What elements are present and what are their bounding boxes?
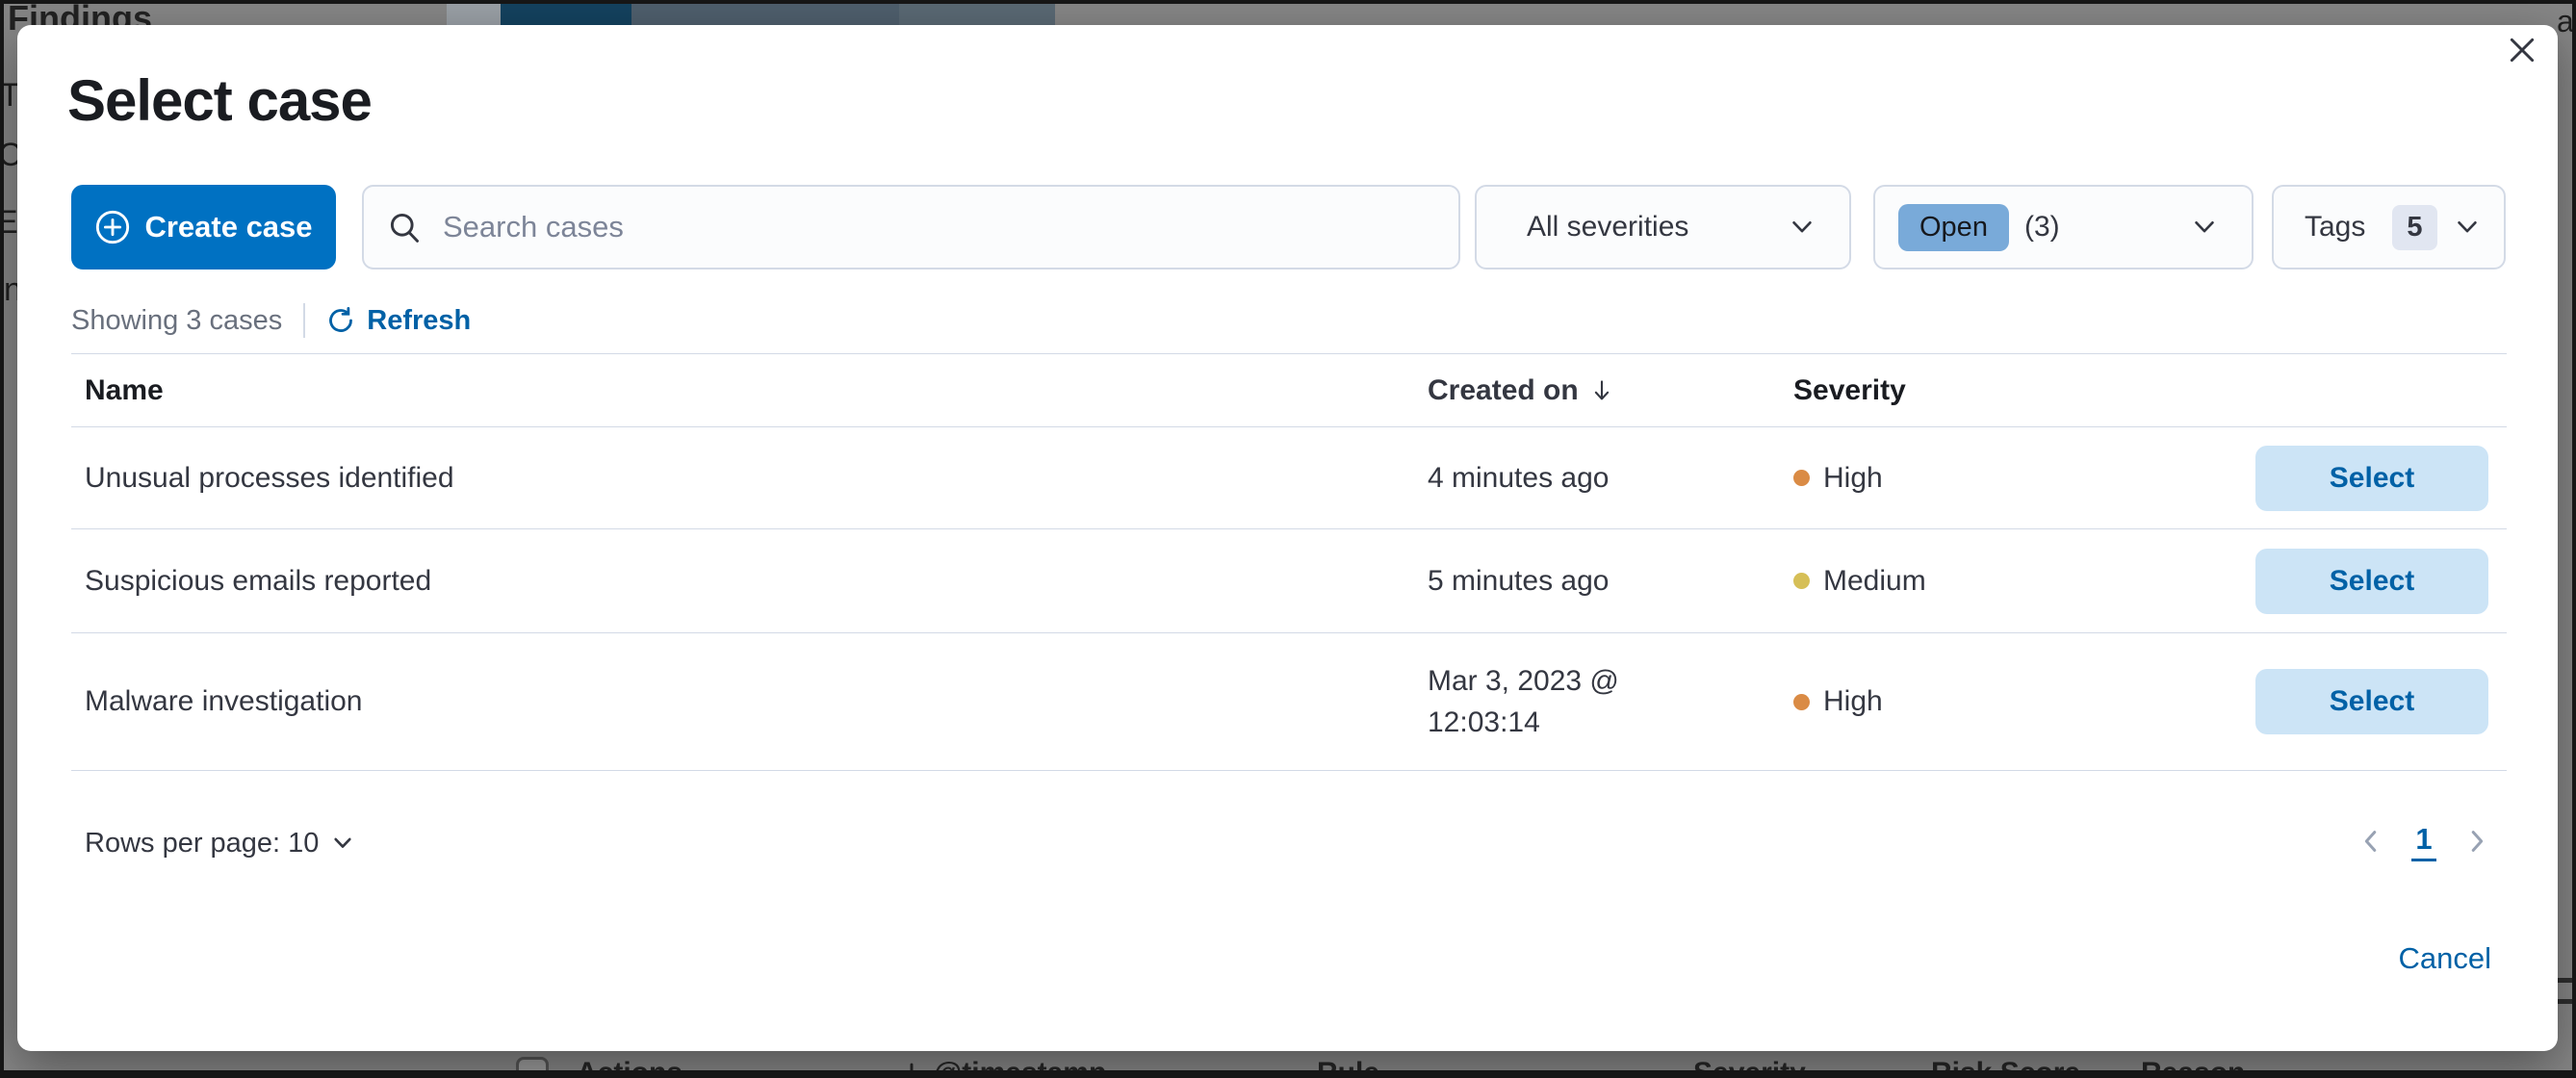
column-header-name: Name — [85, 373, 164, 406]
background-dashed-line — [2557, 978, 2572, 983]
severity-dot — [1793, 470, 1810, 486]
tags-filter-select[interactable]: Tags 5 — [2272, 185, 2506, 270]
refresh-label: Refresh — [367, 304, 472, 336]
chevron-down-icon — [1792, 221, 1812, 233]
severity-dot — [1793, 693, 1810, 710]
sort-down-icon — [910, 1063, 914, 1070]
search-cases-field — [362, 185, 1460, 270]
select-case-button[interactable]: Select — [2255, 669, 2488, 734]
rows-per-page-label: Rows per page: 10 — [85, 827, 320, 859]
rows-per-page-selector[interactable]: Rows per page: 10 — [85, 824, 355, 862]
background-column-header: Severity — [1693, 1057, 1806, 1078]
select-case-button[interactable]: Select — [2255, 548, 2488, 614]
background-column-header: Actions — [577, 1057, 683, 1078]
pagination: 1 — [2357, 820, 2491, 862]
background-column-header: Risk Score — [1931, 1057, 2081, 1078]
modal-title: Select case — [67, 68, 373, 133]
search-input[interactable] — [441, 209, 1439, 245]
next-page-icon[interactable] — [2462, 827, 2491, 856]
severity-filter-value: All severities — [1527, 211, 1689, 243]
table-row: Malware investigation Mar 3, 2023 @ 12:0… — [71, 633, 2507, 771]
background-dashed-line — [2557, 999, 2572, 1004]
case-created-on: Mar 3, 2023 @ 12:03:14 — [1428, 665, 1619, 738]
background-column-header: @timestamp — [934, 1057, 1107, 1078]
case-created-on: 4 minutes ago — [1428, 462, 1610, 494]
refresh-button[interactable]: Refresh — [326, 305, 471, 337]
severity-label: High — [1823, 685, 1883, 717]
background-tab-segment — [447, 4, 501, 25]
tags-label: Tags — [2305, 211, 2366, 243]
background-text-fragment: ag — [2557, 4, 2574, 38]
background-tab-selected — [501, 4, 631, 25]
vertical-divider — [303, 303, 306, 338]
results-summary: Showing 3 cases Refresh — [71, 303, 471, 338]
background-column-header: Rule — [1317, 1057, 1380, 1078]
case-name: Unusual processes identified — [85, 461, 454, 494]
background-tab-segment — [631, 4, 899, 25]
background-column-header: Reason — [2141, 1057, 2246, 1078]
screenshot-frame: Findings Ti Ca Ex n ag Actions @timestam… — [0, 0, 2576, 1078]
background-tab-segment — [899, 4, 1055, 25]
cancel-button[interactable]: Cancel — [2399, 941, 2492, 976]
case-name: Malware investigation — [85, 685, 363, 717]
case-created-on: 5 minutes ago — [1428, 565, 1610, 597]
page-number[interactable]: 1 — [2411, 822, 2436, 861]
case-name: Suspicious emails reported — [85, 564, 432, 597]
search-icon — [390, 213, 419, 243]
chevron-down-icon — [2195, 221, 2214, 233]
table-header-row: Name Created on Severity — [71, 354, 2507, 427]
chevron-down-icon — [2457, 221, 2477, 233]
status-badge: Open — [1898, 203, 2009, 251]
background-table-header: Actions @timestamp Rule Severity Risk Sc… — [4, 1051, 2572, 1078]
background-checkbox — [516, 1057, 549, 1070]
create-case-label: Create case — [144, 210, 313, 244]
select-case-button[interactable]: Select — [2255, 445, 2488, 511]
severity-label: Medium — [1823, 564, 1926, 597]
cases-table: Name Created on Severity Unusual process… — [71, 353, 2507, 771]
column-header-severity: Severity — [1793, 373, 1906, 406]
table-row: Unusual processes identified 4 minutes a… — [71, 427, 2507, 529]
refresh-icon — [329, 307, 353, 332]
status-count: (3) — [2023, 211, 2060, 243]
close-icon[interactable] — [2499, 27, 2545, 73]
previous-page-icon[interactable] — [2357, 827, 2385, 856]
chevron-down-icon — [334, 837, 352, 848]
column-header-created-on[interactable]: Created on — [1428, 370, 1793, 411]
status-filter-select[interactable]: Open (3) — [1873, 185, 2254, 270]
table-row: Suspicious emails reported 5 minutes ago… — [71, 529, 2507, 633]
severity-label: High — [1823, 461, 1883, 494]
plus-circle-icon — [96, 210, 130, 244]
tags-count-badge: 5 — [2392, 204, 2437, 250]
severity-dot — [1793, 573, 1810, 589]
showing-cases-text: Showing 3 cases — [71, 304, 283, 336]
select-case-modal: Select case Create case All severities O… — [17, 25, 2558, 1051]
sort-down-icon — [1594, 379, 1609, 399]
severity-filter-select[interactable]: All severities — [1475, 185, 1851, 270]
create-case-button[interactable]: Create case — [71, 185, 336, 270]
